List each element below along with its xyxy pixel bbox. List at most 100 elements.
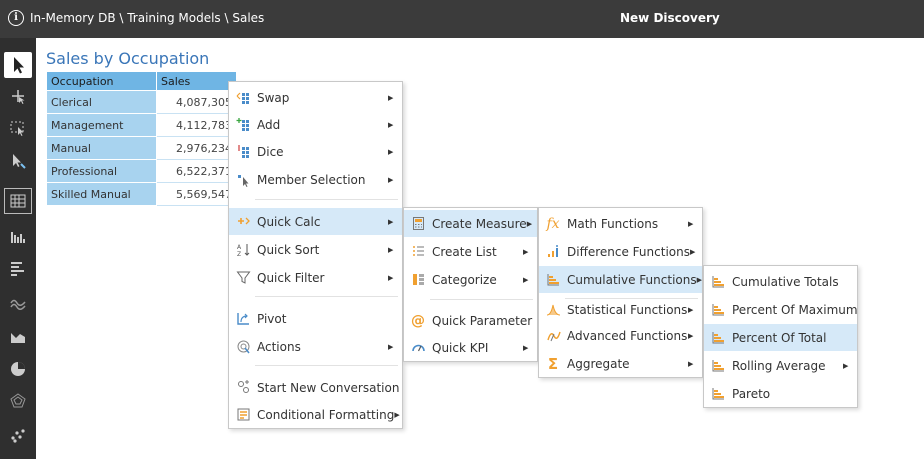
- crosshair-icon: [12, 90, 25, 104]
- menu-item-create-list[interactable]: Create List ▶: [404, 238, 537, 265]
- sales-cell[interactable]: 6,522,371: [156, 159, 237, 183]
- menu-item-create-measure[interactable]: Create Measure ▶: [404, 210, 537, 237]
- marquee-tool[interactable]: [4, 115, 32, 141]
- menu-item-dice[interactable]: Dice ▶: [229, 138, 402, 165]
- quick-calc-submenu: Create Measure ▶ Create List ▶ Categorize ▶…: [403, 207, 538, 362]
- occupation-cell[interactable]: Management: [46, 113, 157, 137]
- sales-cell[interactable]: 5,569,547: [156, 182, 237, 206]
- occupation-cell[interactable]: Professional: [46, 159, 157, 183]
- radar-chart-icon: [10, 393, 26, 408]
- advanced-icon: [546, 331, 561, 342]
- menu-divider: [255, 199, 398, 200]
- context-menu: Swap ▶ Add ▶ Dice ▶ Member Selection ▶ Quick…: [228, 81, 403, 429]
- line-chart-tool[interactable]: [4, 290, 32, 316]
- grid-view-tool[interactable]: [4, 188, 32, 214]
- menu-item-cumulative-totals[interactable]: Cumulative Totals: [704, 268, 857, 295]
- scatter-chart-icon: [11, 429, 25, 443]
- drill-tool[interactable]: [4, 148, 32, 174]
- menu-item-advanced-functions[interactable]: Advanced Functions ▶: [539, 322, 702, 349]
- percent-total-icon: [712, 332, 724, 344]
- menu-item-conditional-formatting[interactable]: Conditional Formatting ▶: [229, 401, 402, 428]
- sales-cell[interactable]: 4,087,305: [156, 90, 237, 114]
- create-measure-submenu: fx Math Functions ▶ Difference Functions ▶…: [538, 207, 703, 378]
- menu-item-swap[interactable]: Swap ▶: [229, 84, 402, 111]
- dice-icon: [237, 145, 249, 158]
- menu-item-member-selection[interactable]: Member Selection ▶: [229, 166, 402, 193]
- scatter-chart-tool[interactable]: [4, 422, 32, 448]
- table-row: Professional 6,522,371: [46, 159, 237, 183]
- menu-divider: [430, 299, 533, 300]
- sigma-icon: Σ: [547, 354, 559, 373]
- horizontal-bar-icon: [11, 262, 24, 276]
- menu-item-quick-sort[interactable]: AZ Quick Sort ▶: [229, 236, 402, 263]
- occupation-cell[interactable]: Clerical: [46, 90, 157, 114]
- table-icon: [10, 194, 26, 208]
- cumulative-totals-icon: [712, 276, 724, 288]
- svg-text:Z: Z: [237, 251, 241, 257]
- info-icon[interactable]: i: [8, 10, 24, 26]
- pie-chart-icon: [11, 362, 25, 376]
- menu-item-quick-filter[interactable]: Quick Filter ▶: [229, 264, 402, 291]
- column-header-sales[interactable]: Sales: [156, 71, 237, 91]
- marquee-select-icon: [10, 121, 24, 136]
- area-chart-tool[interactable]: [4, 324, 32, 350]
- menu-item-cumulative-functions[interactable]: Cumulative Functions ▶: [539, 266, 702, 293]
- column-header-occupation[interactable]: Occupation: [46, 71, 157, 91]
- menu-item-start-new-conversation[interactable]: Start New Conversation: [229, 374, 402, 401]
- drill-pointer-icon: [13, 154, 26, 169]
- menu-item-add[interactable]: Add ▶: [229, 111, 402, 138]
- menu-item-aggregate[interactable]: Σ Aggregate ▶: [539, 350, 702, 377]
- menu-item-statistical-functions[interactable]: Statistical Functions ▶: [539, 296, 702, 323]
- fx-icon: fx: [546, 215, 560, 232]
- swap-icon: [236, 92, 249, 104]
- radar-chart-tool[interactable]: [4, 388, 32, 414]
- report-title: Sales by Occupation: [46, 49, 210, 68]
- add-tool[interactable]: [4, 83, 32, 109]
- kpi-gauge-icon: [411, 344, 425, 352]
- pie-chart-tool[interactable]: [4, 356, 32, 382]
- pivot-icon: [236, 313, 249, 325]
- menu-item-math-functions[interactable]: fx Math Functions ▶: [539, 210, 702, 237]
- add-dimension-icon: [236, 118, 249, 131]
- select-tool[interactable]: [4, 52, 32, 78]
- left-toolbar: [0, 38, 36, 459]
- pointer-icon: [14, 57, 24, 74]
- occupation-cell[interactable]: Manual: [46, 136, 157, 160]
- menu-item-quick-kpi[interactable]: Quick KPI ▶: [404, 334, 537, 361]
- line-chart-icon: [10, 299, 26, 310]
- actions-icon: [237, 340, 250, 354]
- cumulative-submenu: Cumulative Totals Percent Of Maximum Per…: [703, 265, 858, 408]
- menu-item-percent-of-maximum[interactable]: Percent Of Maximum: [704, 296, 858, 323]
- breadcrumb: In-Memory DB \ Training Models \ Sales: [30, 11, 265, 25]
- conditional-formatting-icon: [237, 408, 249, 421]
- bar-chart-icon: [11, 232, 25, 243]
- menu-item-percent-of-total[interactable]: Percent Of Total: [704, 324, 857, 351]
- menu-item-quick-calc[interactable]: Quick Calc ▶: [229, 208, 402, 235]
- table-row: Skilled Manual 5,569,547: [46, 182, 237, 206]
- member-select-icon: [237, 175, 248, 187]
- sales-cell[interactable]: 4,112,783: [156, 113, 237, 137]
- sales-grid: Occupation Sales Clerical 4,087,305 Mana…: [46, 71, 237, 206]
- menu-item-difference-functions[interactable]: Difference Functions ▶: [539, 238, 702, 265]
- occupation-cell[interactable]: Skilled Manual: [46, 182, 157, 206]
- menu-item-quick-parameter[interactable]: @ Quick Parameter: [404, 307, 537, 334]
- filter-icon: [236, 271, 250, 284]
- menu-divider: [255, 365, 398, 366]
- hbar-chart-tool[interactable]: [4, 256, 32, 282]
- bar-chart-tool[interactable]: [4, 224, 32, 250]
- quick-calc-icon: [237, 217, 250, 225]
- rolling-average-icon: [712, 360, 724, 372]
- menu-item-pivot[interactable]: Pivot: [229, 305, 402, 332]
- menu-item-rolling-average[interactable]: Rolling Average ▶: [704, 352, 857, 379]
- menu-item-pareto[interactable]: Pareto: [704, 380, 857, 407]
- title-bar: i In-Memory DB \ Training Models \ Sales…: [0, 0, 924, 38]
- table-row: Clerical 4,087,305: [46, 90, 237, 114]
- categorize-icon: [412, 274, 424, 285]
- difference-icon: [547, 245, 558, 257]
- sales-cell[interactable]: 2,976,234: [156, 136, 237, 160]
- percent-max-icon: [712, 304, 724, 316]
- menu-item-actions[interactable]: Actions ▶: [229, 333, 402, 360]
- cumulative-icon: [547, 274, 559, 286]
- menu-item-categorize[interactable]: Categorize ▶: [404, 266, 537, 293]
- statistical-icon: [546, 304, 560, 316]
